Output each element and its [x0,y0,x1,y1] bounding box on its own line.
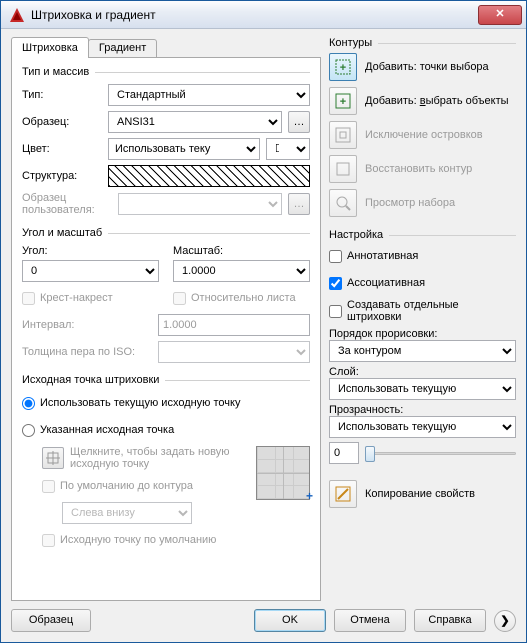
annotative-checkbox[interactable]: Аннотативная [329,245,516,267]
bg-color-combo[interactable]: ☐ [266,138,310,160]
type-combo[interactable]: Стандартный [108,84,310,106]
add-pick-points-label: Добавить: точки выбора [365,61,516,74]
layer-label: Слой: [329,366,516,378]
inherit-properties-label: Копирование свойств [365,488,516,501]
pick-points-icon: + [334,58,352,76]
origin-current-radio[interactable]: Использовать текущую исходную точку [22,392,310,414]
cross-checkbox: Крест-накрест [22,292,159,305]
inherit-icon [334,485,352,503]
origin-specified-radio[interactable]: Указанная исходная точка [22,419,310,441]
draw-order-combo[interactable]: За контуром [329,340,516,362]
custom-browse-button: … [288,193,310,215]
relative-checkbox: Относительно листа [173,292,310,305]
transparency-label: Прозрачность: [329,404,516,416]
angle-group-title: Угол и масштаб [22,227,102,239]
recreate-boundary-label: Восстановить контур [365,163,516,176]
add-select-objects-button[interactable]: + [329,87,357,115]
add-pick-points-button[interactable]: + [329,53,357,81]
pick-origin-button [42,447,64,469]
help-button[interactable]: Справка [414,609,486,632]
tab-panel: Тип и массив Тип: Стандартный Образец: A… [11,57,321,601]
type-label: Тип: [22,89,102,101]
inherit-properties-button[interactable] [329,480,357,508]
preview-button[interactable]: Образец [11,609,91,632]
store-default-checkbox: Исходную точку по умолчанию [42,529,248,551]
origin-group-title: Исходная точка штриховки [22,374,159,386]
ok-button[interactable]: OK [254,609,326,632]
recreate-icon [334,160,352,178]
settings-title: Настройка [329,229,383,241]
swatch-preview[interactable] [108,165,310,187]
scale-label: Масштаб: [173,245,310,257]
expand-button[interactable]: ❯ [494,610,516,632]
default-to-boundary-checkbox: По умолчанию до контура [42,475,248,497]
dialog-window: Штриховка и градиент ✕ Штриховка Градиен… [0,0,527,643]
footer: Образец OK Отмена Справка ❯ [11,601,516,632]
angle-combo[interactable]: 0 [22,260,159,282]
interval-label: Интервал: [22,319,152,331]
type-group-title: Тип и массив [22,66,89,78]
tab-strip: Штриховка Градиент [11,37,321,58]
recreate-boundary-button [329,155,357,183]
layer-combo[interactable]: Использовать текущую [329,378,516,400]
origin-position-combo: Слева внизу [62,502,192,524]
transparency-combo[interactable]: Использовать текущую [329,416,516,438]
pattern-label: Образец: [22,116,102,128]
magnifier-icon [334,194,352,212]
color-label: Цвет: [22,143,102,155]
tab-gradient[interactable]: Градиент [88,39,157,58]
titlebar: Штриховка и градиент ✕ [1,1,526,29]
view-selection-label: Просмотр набора [365,197,516,210]
pick-origin-hint: Щелкните, чтобы задать новую исходную то… [70,446,248,470]
crosshair-icon [46,451,60,465]
pattern-combo[interactable]: ANSI31 [108,111,282,133]
scale-combo[interactable]: 1.0000 [173,260,310,282]
angle-label: Угол: [22,245,159,257]
separate-hatches-checkbox[interactable]: Создавать отдельные штриховки [329,299,516,323]
transparency-value-input[interactable] [329,442,359,464]
svg-text:+: + [340,62,346,74]
boundaries-title: Контуры [329,37,372,49]
associative-checkbox[interactable]: Ассоциативная [329,272,516,294]
add-select-objects-label: Добавить: выбрать объекты [365,95,516,108]
select-objects-icon: + [334,92,352,110]
custom-pattern-combo [118,193,282,215]
window-title: Штриховка и градиент [31,8,478,22]
structure-label: Структура: [22,170,102,182]
svg-text:+: + [340,96,346,108]
remove-islands-button [329,121,357,149]
view-selection-button [329,189,357,217]
islands-icon [334,126,352,144]
close-button[interactable]: ✕ [478,5,522,25]
origin-preview [256,446,310,500]
interval-input [158,314,310,336]
pattern-browse-button[interactable]: … [288,111,310,133]
color-combo[interactable]: Использовать теку [108,138,260,160]
draw-order-label: Порядок прорисовки: [329,328,516,340]
transparency-slider[interactable] [365,444,516,462]
remove-islands-label: Исключение островков [365,129,516,142]
tab-hatch[interactable]: Штриховка [11,37,89,58]
app-icon [9,7,25,23]
custom-pattern-label: Образец пользователя: [22,192,112,216]
iso-combo [158,341,310,363]
cancel-button[interactable]: Отмена [334,609,406,632]
iso-label: Толщина пера по ISO: [22,346,152,358]
